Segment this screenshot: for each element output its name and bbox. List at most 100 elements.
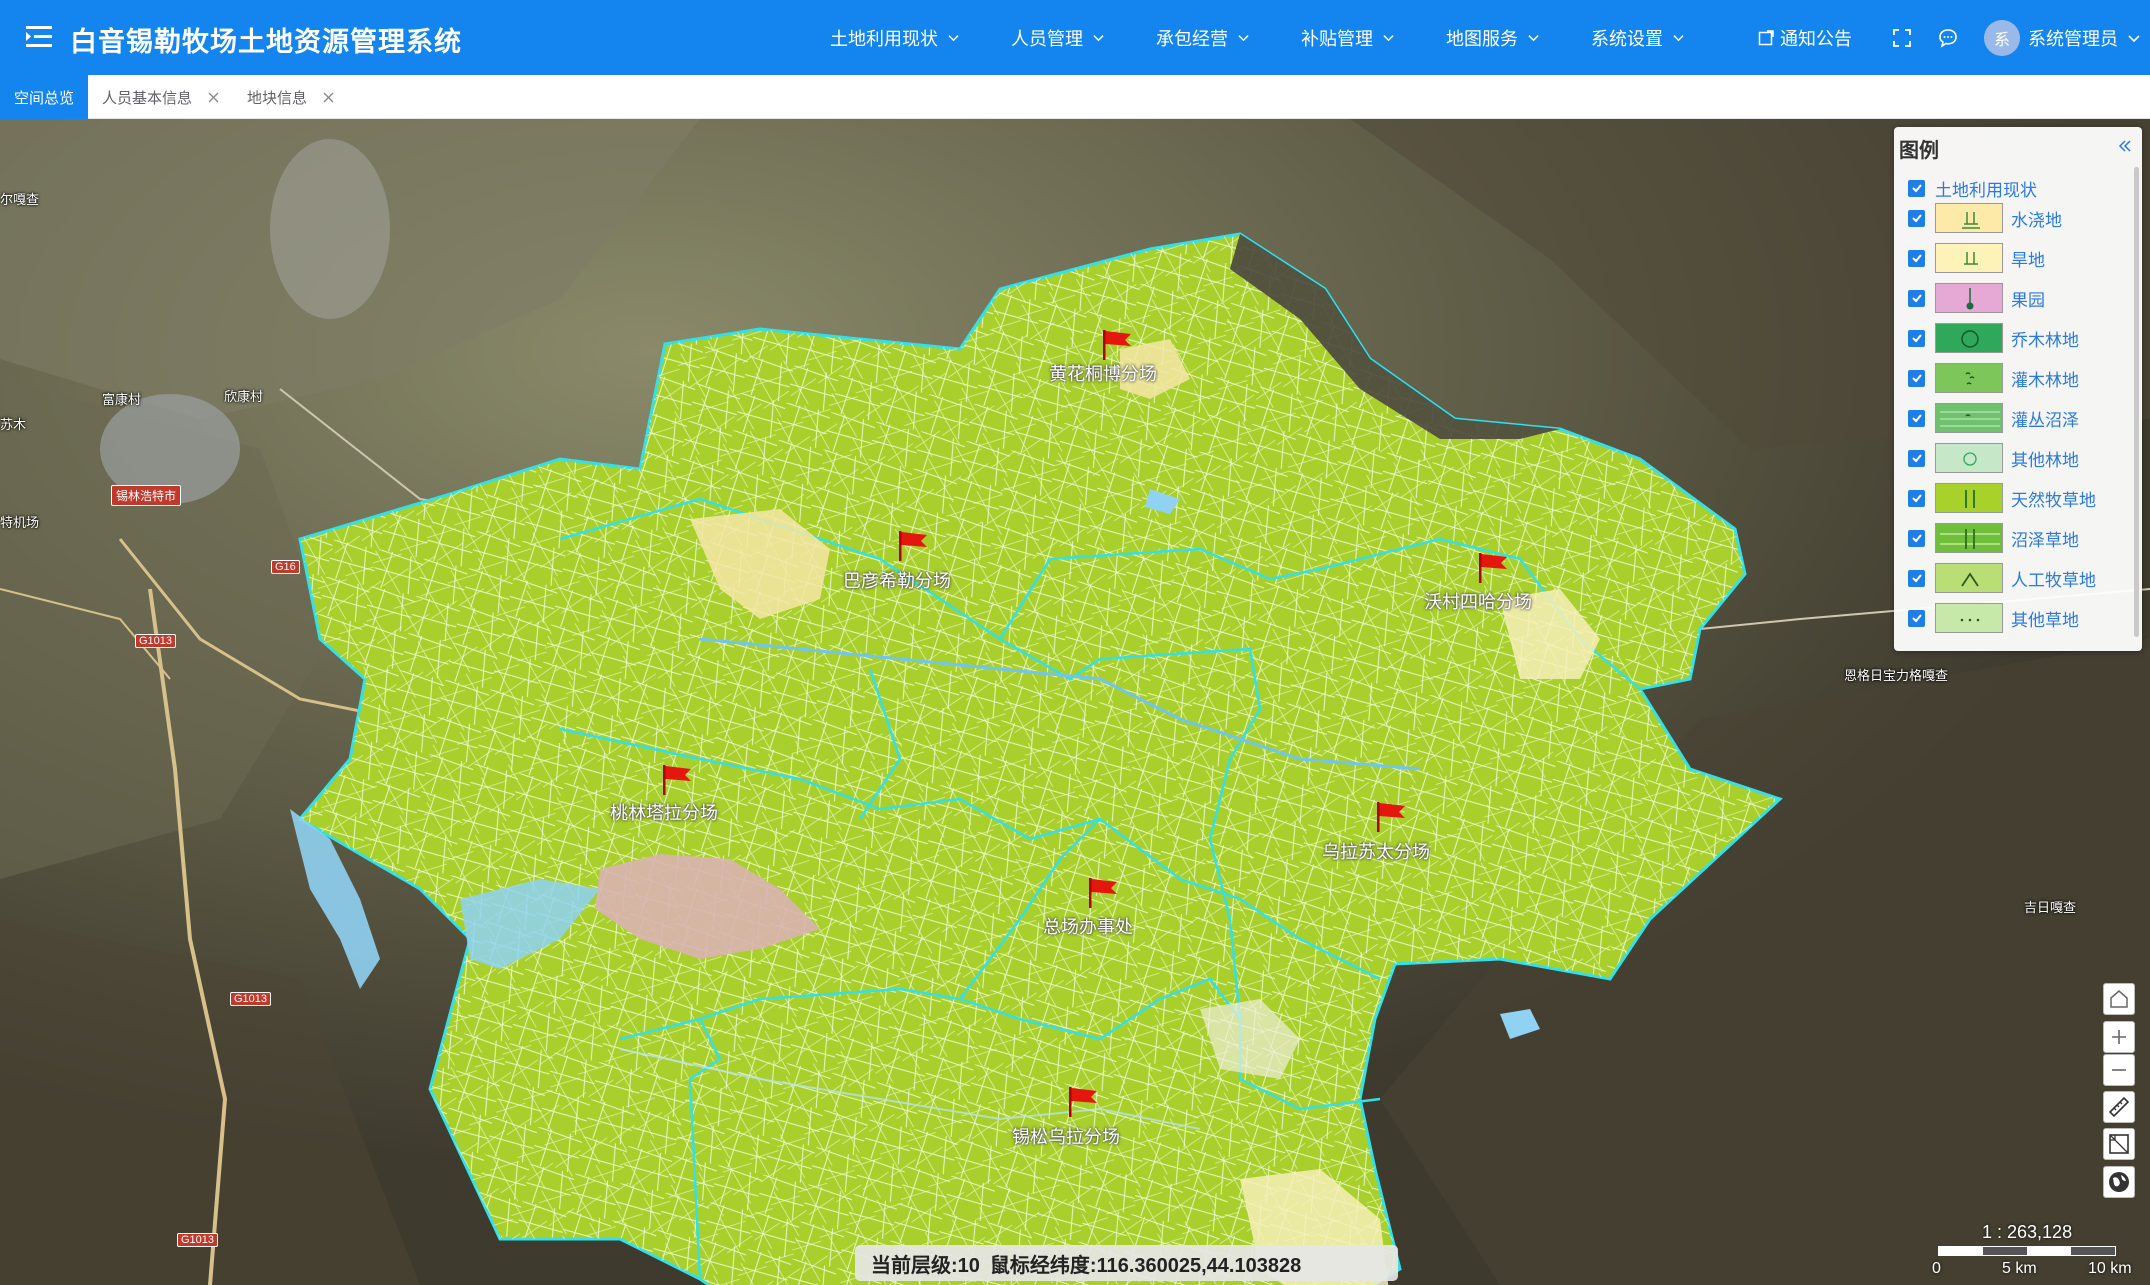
- check-icon: [1911, 534, 1922, 543]
- checkbox[interactable]: [1908, 609, 1925, 627]
- checkbox[interactable]: [1908, 569, 1925, 587]
- flag-icon[interactable]: [1086, 876, 1120, 910]
- chevron-down-icon: [948, 35, 959, 42]
- checkbox[interactable]: [1908, 529, 1925, 547]
- flag-icon[interactable]: [660, 763, 694, 797]
- nav-subsidy[interactable]: 补贴管理: [1301, 25, 1394, 51]
- tab-personnel-info[interactable]: 人员基本信息: [88, 75, 233, 119]
- legend-item-marsh-grass[interactable]: 沼泽草地: [1908, 521, 2079, 555]
- legend-item-natural-grass[interactable]: 天然牧草地: [1908, 481, 2096, 515]
- home-icon: [2110, 990, 2128, 1008]
- nav-label: 人员管理: [1011, 28, 1083, 49]
- checkbox[interactable]: [1908, 449, 1925, 467]
- legend-item-other-forest[interactable]: 其他林地: [1908, 441, 2079, 475]
- tab-label: 地块信息: [247, 89, 308, 107]
- marsh-grass-icon: [1935, 523, 2003, 553]
- close-icon[interactable]: [323, 92, 334, 103]
- flag-icon[interactable]: [1476, 551, 1510, 585]
- flag-icon[interactable]: [1374, 800, 1408, 834]
- dryland-icon: [1935, 243, 2003, 273]
- tab-parcel-info[interactable]: 地块信息: [233, 75, 348, 119]
- farm-label[interactable]: 锡松乌拉分场: [1012, 1123, 1120, 1149]
- scale-bar: [1938, 1246, 2116, 1256]
- area-icon: [2109, 1134, 2129, 1154]
- legend-item-irrigated[interactable]: 水浇地: [1908, 201, 2062, 235]
- user-name: 系统管理员: [2028, 28, 2118, 49]
- farm-label[interactable]: 乌拉苏太分场: [1322, 838, 1430, 864]
- shrub-icon: [1935, 363, 2003, 393]
- zoom-out-button[interactable]: [2103, 1054, 2135, 1086]
- road-label: G1013: [135, 634, 177, 648]
- checkbox[interactable]: [1908, 489, 1925, 507]
- farm-label[interactable]: 沃村四哈分场: [1424, 588, 1532, 614]
- flag-icon[interactable]: [1100, 328, 1134, 362]
- legend-item-forest[interactable]: 乔木林地: [1908, 321, 2079, 355]
- checkbox[interactable]: [1908, 179, 1925, 197]
- legend-scrollbar[interactable]: [2134, 167, 2139, 637]
- checkbox[interactable]: [1908, 249, 1925, 267]
- checkbox[interactable]: [1908, 409, 1925, 427]
- nav-contract[interactable]: 承包经营: [1156, 25, 1249, 51]
- place-label: 苏木: [0, 417, 27, 432]
- check-icon: [1911, 414, 1922, 423]
- nav-label: 土地利用现状: [830, 28, 938, 49]
- farm-label[interactable]: 巴彦希勒分场: [843, 567, 951, 593]
- ruler-icon: [2108, 1096, 2130, 1118]
- nav-label: 地图服务: [1446, 28, 1518, 49]
- checkbox[interactable]: [1908, 369, 1925, 387]
- globe-icon: [2109, 1172, 2129, 1192]
- place-label: 恩格日宝力格嘎查: [1844, 668, 1949, 683]
- checkbox[interactable]: [1908, 209, 1925, 227]
- legend-group-land-use[interactable]: 土地利用现状: [1908, 171, 2037, 205]
- checkbox[interactable]: [1908, 329, 1925, 347]
- nav-map-service[interactable]: 地图服务: [1446, 25, 1539, 51]
- nav-land-use[interactable]: 土地利用现状: [830, 25, 959, 51]
- cursor-coordinates: 鼠标经纬度:116.360025,44.103828: [989, 1254, 1302, 1277]
- legend-item-orchard[interactable]: 果园: [1908, 281, 2045, 315]
- legend-title: 图例: [1899, 140, 1939, 162]
- legend-item-dryland[interactable]: 旱地: [1908, 241, 2045, 275]
- notice-button[interactable]: 通知公告: [1758, 25, 1852, 51]
- user-menu[interactable]: 系 系统管理员: [1984, 19, 2140, 56]
- chevron-down-icon: [1093, 35, 1104, 42]
- check-icon: [1911, 614, 1922, 623]
- scale-tick: 10 km: [2088, 1260, 2132, 1277]
- flag-icon[interactable]: [1066, 1085, 1100, 1119]
- measure-area-button[interactable]: [2103, 1128, 2135, 1160]
- legend-label: 水浇地: [2011, 210, 2062, 230]
- farm-label[interactable]: 总场办事处: [1043, 913, 1133, 939]
- measure-distance-button[interactable]: [2103, 1091, 2135, 1123]
- legend-item-shrub[interactable]: 灌木林地: [1908, 361, 2079, 395]
- nav-personnel[interactable]: 人员管理: [1011, 25, 1104, 51]
- zoom-in-button[interactable]: [2103, 1021, 2135, 1053]
- map-canvas[interactable]: 尔嘎查 富康村 欣康村 苏木 特机场 恩格日宝力格嘎查 吉日嘎查 锡林浩特市 G…: [0, 119, 2150, 1285]
- farm-label[interactable]: 黄花桐博分场: [1049, 360, 1157, 386]
- chevron-down-icon: [2128, 34, 2140, 42]
- check-icon: [1911, 254, 1922, 263]
- tab-label: 人员基本信息: [102, 89, 193, 107]
- place-label: 特机场: [0, 515, 40, 530]
- nav-system-settings[interactable]: 系统设置: [1591, 25, 1684, 51]
- farm-label[interactable]: 桃林塔拉分场: [610, 799, 718, 825]
- menu-toggle-icon[interactable]: [22, 22, 58, 52]
- collapse-icon[interactable]: [2118, 139, 2132, 153]
- message-icon[interactable]: [1938, 28, 1958, 48]
- notice-label: 通知公告: [1780, 28, 1852, 49]
- checkbox[interactable]: [1908, 289, 1925, 307]
- check-icon: [1911, 454, 1922, 463]
- legend-item-shrub-marsh[interactable]: 灌丛沼泽: [1908, 401, 2079, 435]
- legend-item-other-grass[interactable]: 其他草地: [1908, 601, 2079, 635]
- place-label: 吉日嘎查: [2024, 900, 2077, 915]
- fullscreen-icon[interactable]: [1892, 28, 1912, 48]
- home-button[interactable]: [2103, 983, 2135, 1015]
- close-icon[interactable]: [208, 92, 219, 103]
- top-header: 白音锡勒牧场土地资源管理系统 土地利用现状 人员管理 承包经营 补贴管理 地图服…: [0, 0, 2150, 75]
- basemap-switch-button[interactable]: [2103, 1166, 2135, 1198]
- city-label: 锡林浩特市: [111, 485, 182, 506]
- legend-item-artificial-grass[interactable]: 人工牧草地: [1908, 561, 2096, 595]
- tab-space-overview[interactable]: 空间总览: [0, 75, 89, 119]
- legend-group-label: 土地利用现状: [1935, 180, 2037, 200]
- flag-icon[interactable]: [896, 529, 930, 563]
- legend-label: 其他林地: [2011, 450, 2079, 470]
- place-label: 尔嘎查: [0, 192, 40, 207]
